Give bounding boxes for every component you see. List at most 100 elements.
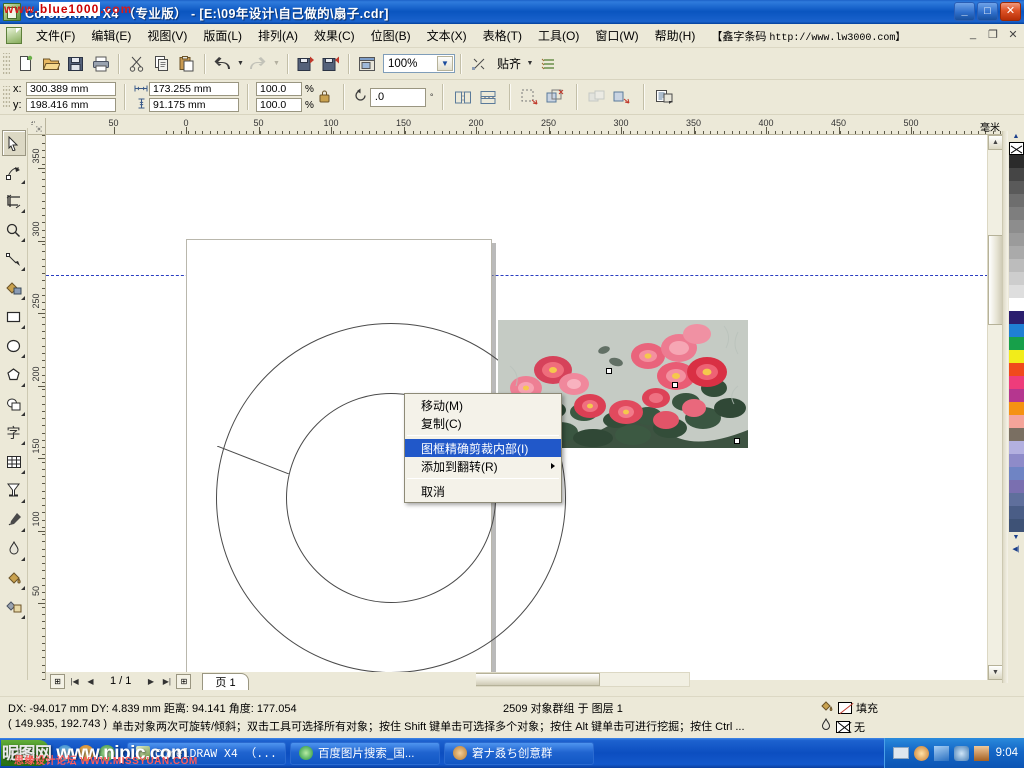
outline-tool[interactable] (2, 536, 26, 562)
palette-swatch[interactable] (1009, 194, 1024, 207)
zoom-tool[interactable] (2, 217, 26, 243)
undo-icon[interactable] (210, 52, 235, 76)
last-page-button[interactable]: ▶| (160, 674, 173, 689)
browser-icon[interactable] (99, 745, 115, 761)
radial-line-object[interactable] (217, 446, 289, 474)
first-page-button[interactable]: |◀ (68, 674, 81, 689)
palette-swatch[interactable] (1009, 285, 1024, 298)
network-icon[interactable] (934, 746, 949, 761)
to-front-icon[interactable] (518, 85, 543, 109)
add-page-before-button[interactable]: ⊞ (50, 674, 65, 689)
menu-item-help[interactable]: 帮助(H) (647, 24, 704, 47)
mirror-vertical-icon[interactable] (476, 85, 501, 109)
palette-swatch[interactable] (1009, 376, 1024, 389)
palette-scroll-bottom-icon[interactable]: ▼ (1009, 532, 1023, 543)
palette-swatch[interactable] (1009, 415, 1024, 428)
palette-swatch[interactable] (1009, 181, 1024, 194)
clock[interactable]: 9:04 (996, 747, 1018, 759)
no-outline-swatch[interactable] (836, 721, 850, 733)
palette-swatch[interactable] (1009, 233, 1024, 246)
input-method-icon[interactable] (893, 747, 909, 759)
table-tool[interactable] (2, 449, 26, 475)
next-page-button[interactable]: ▶ (144, 674, 157, 689)
outline-to-object-icon[interactable] (610, 85, 635, 109)
palette-expand-icon[interactable]: ◀| (1009, 543, 1023, 554)
context-menu-item-powerclip-inside[interactable]: 图框精确剪裁内部(I) (405, 439, 561, 457)
palette-swatch[interactable] (1009, 519, 1024, 532)
palette-swatch[interactable] (1009, 428, 1024, 441)
scale-horizontal-input[interactable]: 100.0 (256, 82, 302, 96)
fill-tool[interactable] (2, 565, 26, 591)
menu-item-text[interactable]: 文本(X) (419, 24, 475, 47)
palette-swatch[interactable] (1009, 298, 1024, 311)
paste-icon[interactable] (174, 52, 199, 76)
add-page-after-button[interactable]: ⊞ (176, 674, 191, 689)
height-input[interactable]: 91.175 mm (149, 98, 239, 112)
rotation-input[interactable]: .0 (370, 88, 426, 107)
palette-swatch[interactable] (1009, 259, 1024, 272)
page-tab-1[interactable]: 页 1 (202, 673, 248, 690)
open-icon[interactable] (38, 52, 63, 76)
doc-close-button[interactable]: ✕ (1006, 28, 1020, 41)
selection-handle[interactable] (672, 382, 678, 388)
chevron-down-icon[interactable]: ▼ (437, 56, 453, 71)
cut-icon[interactable] (124, 52, 149, 76)
snap-dropdown-icon[interactable]: ▼ (524, 52, 536, 76)
taskbar-item-baidu-images[interactable]: 百度图片搜索_国... (290, 742, 440, 765)
maximize-button[interactable]: □ (977, 2, 998, 21)
canvas-vertical-scrollbar[interactable]: ▲ ▼ (987, 135, 1002, 680)
application-launcher-icon[interactable] (354, 52, 379, 76)
options-icon[interactable] (536, 52, 561, 76)
status-fill-row[interactable]: 填充 (820, 699, 878, 716)
menu-item-table[interactable]: 表格(T) (475, 24, 530, 47)
menu-promo-plugin[interactable]: 【鑫字条码 http://www.lw3000.com】 (711, 28, 905, 44)
palette-swatch[interactable] (1009, 350, 1024, 363)
menu-item-arrange[interactable]: 排列(A) (250, 24, 306, 47)
smart-fill-tool[interactable] (2, 275, 26, 301)
palette-swatch[interactable] (1009, 220, 1024, 233)
minimize-button[interactable]: _ (954, 2, 975, 21)
undo-dropdown-icon[interactable]: ▼ (235, 52, 246, 76)
vertical-ruler[interactable]: 35030025020015010050 (28, 135, 46, 680)
context-menu-item-add-to-flip[interactable]: 添加到翻转(R) (405, 457, 561, 475)
previous-page-button[interactable]: ◀ (84, 674, 97, 689)
menu-item-edit[interactable]: 编辑(E) (83, 24, 139, 47)
palette-swatch[interactable] (1009, 389, 1024, 402)
palette-swatch[interactable] (1009, 480, 1024, 493)
scale-vertical-input[interactable]: 100.0 (256, 98, 302, 112)
blend-tool[interactable] (2, 478, 26, 504)
context-menu[interactable]: 移动(M) 复制(C) 图框精确剪裁内部(I) 添加到翻转(R) 取消 (404, 393, 562, 503)
palette-scroll-top-icon[interactable]: ▲ (1009, 131, 1023, 142)
vertical-scroll-thumb[interactable] (988, 235, 1003, 325)
color-palette[interactable]: ▲ ▼◀| (1008, 131, 1024, 683)
palette-swatch[interactable] (1009, 493, 1024, 506)
palette-swatch[interactable] (1009, 402, 1024, 415)
qq-icon[interactable] (914, 746, 929, 761)
pick-tool[interactable] (2, 130, 26, 156)
close-button[interactable]: ✕ (1000, 2, 1021, 21)
print-icon[interactable] (88, 52, 113, 76)
palette-swatch[interactable] (1009, 363, 1024, 376)
scroll-up-button[interactable]: ▲ (988, 135, 1003, 150)
palette-swatch[interactable] (1009, 337, 1024, 350)
x-position-input[interactable]: 300.389 mm (26, 82, 116, 96)
mirror-horizontal-icon[interactable] (451, 85, 476, 109)
doc-restore-button[interactable]: ❐ (986, 28, 1000, 41)
media-player-icon[interactable] (78, 745, 94, 761)
menu-item-file[interactable]: 文件(F) (28, 24, 83, 47)
export-icon[interactable] (318, 52, 343, 76)
menu-item-view[interactable]: 视图(V) (139, 24, 195, 47)
interactive-fill-tool[interactable] (2, 594, 26, 620)
monitor-icon[interactable] (974, 746, 989, 761)
taskbar-item-qq-group[interactable]: 窘ナ叒ち创意群 (444, 742, 594, 765)
palette-swatch[interactable] (1009, 506, 1024, 519)
no-fill-swatch[interactable] (838, 702, 852, 714)
rectangle-tool[interactable] (2, 304, 26, 330)
y-position-input[interactable]: 198.416 mm (26, 98, 116, 112)
shape-tool[interactable] (2, 159, 26, 185)
palette-swatch[interactable] (1009, 324, 1024, 337)
status-outline-row[interactable]: 无 (820, 718, 865, 735)
context-menu-item-move[interactable]: 移动(M) (405, 396, 561, 414)
palette-swatch[interactable] (1009, 311, 1024, 324)
context-menu-item-copy[interactable]: 复制(C) (405, 414, 561, 432)
